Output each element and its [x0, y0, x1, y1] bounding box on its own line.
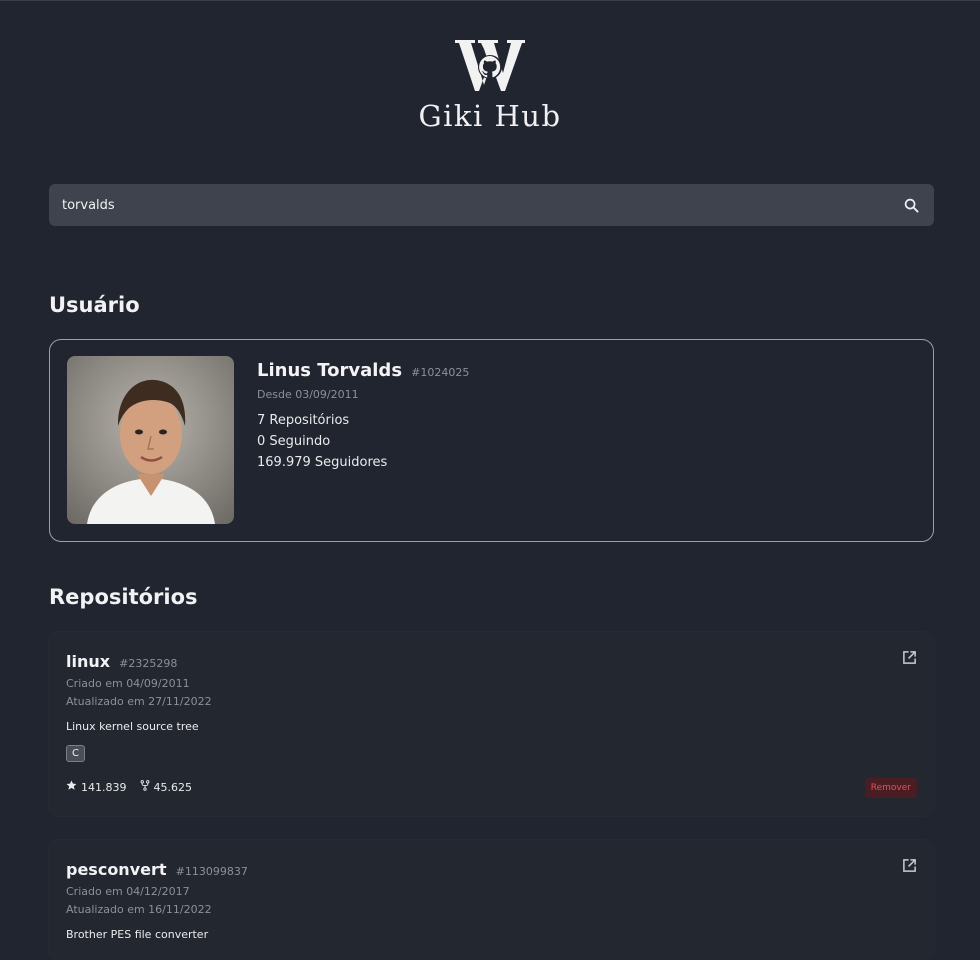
user-section-title: Usuário: [49, 293, 140, 317]
repo-description: Linux kernel source tree: [66, 720, 199, 733]
user-name: Linus Torvalds: [257, 360, 403, 381]
avatar: [67, 356, 234, 524]
repo-id: #113099837: [175, 865, 248, 878]
remove-button[interactable]: Remover: [864, 778, 917, 798]
search-icon[interactable]: [900, 194, 922, 216]
fork-icon: [140, 780, 150, 794]
repo-name[interactable]: pesconvert: [66, 860, 167, 879]
repos-section-title: Repositórios: [49, 585, 198, 609]
search-bar: [49, 184, 934, 226]
repo-updated: Atualizado em 16/11/2022: [66, 903, 212, 916]
app-logo: Giki Hub: [0, 37, 980, 133]
star-icon: [66, 780, 77, 794]
repo-created: Criado em 04/12/2017: [66, 885, 190, 898]
external-link-icon[interactable]: [902, 858, 917, 877]
language-badge: C: [66, 745, 85, 762]
repo-stars: 141.839: [81, 780, 127, 794]
user-followers-count: 169.979 Seguidores: [257, 455, 388, 470]
repo-created: Criado em 04/09/2011: [66, 677, 190, 690]
external-link-icon[interactable]: [902, 650, 917, 669]
repo-id: #2325298: [119, 657, 178, 670]
user-card: Linus Torvalds #1024025 Desde 03/09/2011…: [49, 339, 934, 542]
repo-name[interactable]: linux: [66, 652, 110, 671]
repo-forks: 45.625: [153, 780, 193, 794]
repo-description: Brother PES file converter: [66, 928, 209, 941]
search-input[interactable]: [60, 196, 900, 214]
repo-card: pesconvert #113099837 Criado em 04/12/20…: [49, 840, 934, 960]
repo-card: linux #2325298 Criado em 04/09/2011 Atua…: [49, 632, 934, 816]
user-following-count: 0 Seguindo: [257, 434, 331, 449]
user-repos-count: 7 Repositórios: [257, 413, 350, 428]
giki-hub-logo-icon: [455, 40, 525, 91]
user-since: Desde 03/09/2011: [257, 388, 359, 401]
repo-updated: Atualizado em 27/11/2022: [66, 695, 212, 708]
user-id: #1024025: [411, 366, 470, 379]
app-title: Giki Hub: [418, 99, 562, 133]
